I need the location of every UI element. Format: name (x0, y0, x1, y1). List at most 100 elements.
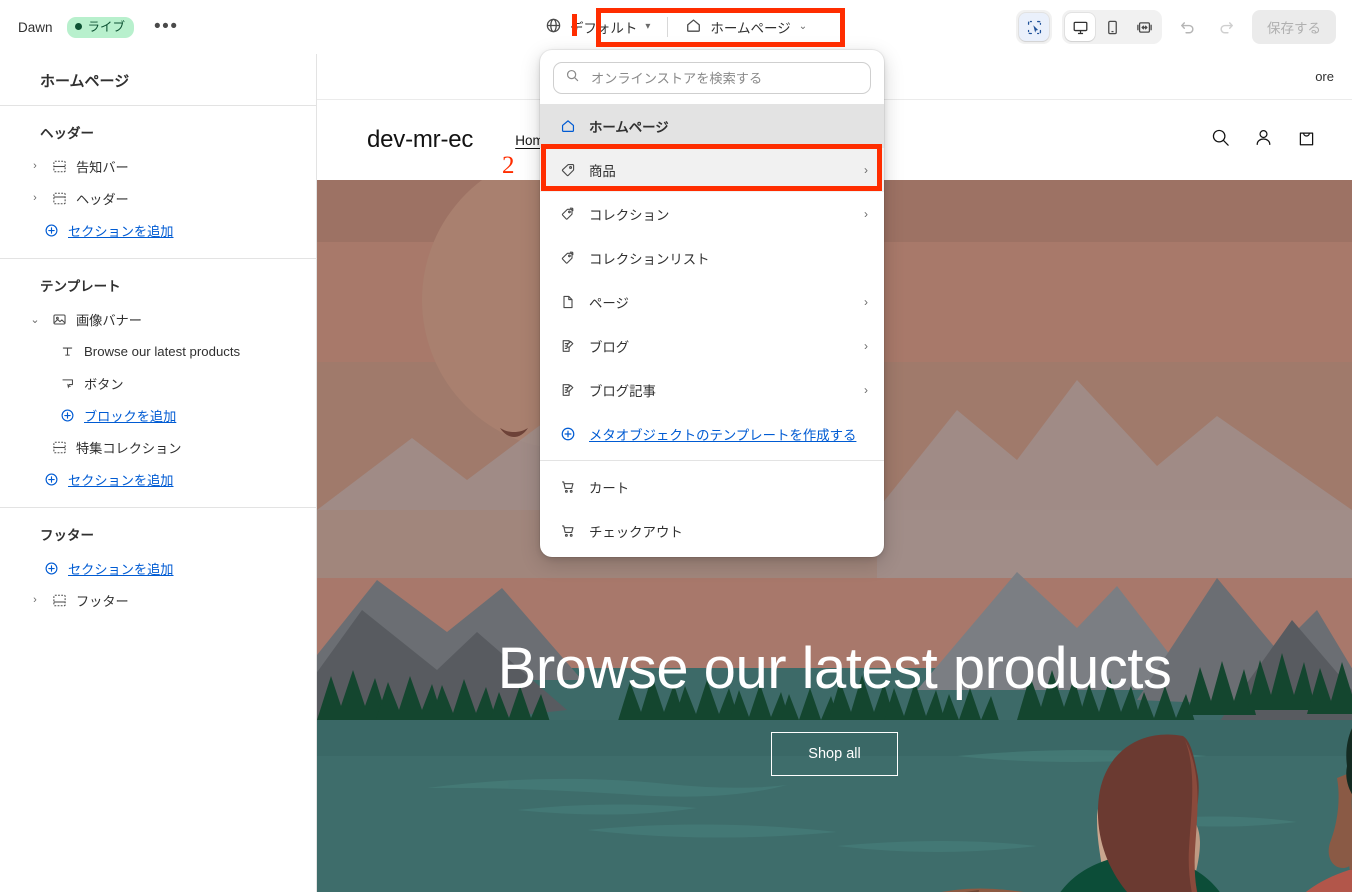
dropdown-item-label: コレクション (589, 208, 670, 223)
plus-circle-icon (60, 408, 75, 423)
announcement-text: ore (1315, 69, 1334, 84)
tag-icon (559, 161, 577, 179)
sidebar-item-button-block[interactable]: ボタン (6, 367, 308, 399)
redo-button[interactable] (1212, 12, 1242, 42)
sidebar-group-heading: フッター (40, 528, 94, 543)
search-icon[interactable] (1210, 127, 1231, 153)
sidebar-item-label: 特集コレクション (76, 440, 182, 456)
top-bar: Dawn ライブ ••• デフォルト ▾ ホームページ ⌄ 保存する (0, 0, 1352, 54)
cart-icon[interactable] (1296, 127, 1317, 153)
dropdown-divider (540, 460, 884, 461)
sidebar-item-announcement-bar[interactable]: › 告知バー (6, 150, 308, 182)
dropdown-item-checkout[interactable]: チェックアウト (540, 509, 884, 553)
inspector-icon[interactable] (1019, 13, 1049, 41)
dropdown-search-wrapper (540, 50, 884, 104)
plus-circle-icon (44, 472, 59, 487)
dropdown-item-collection[interactable]: コレクション › (540, 192, 884, 236)
chevron-right-icon: › (864, 295, 868, 309)
image-banner-icon (50, 310, 68, 328)
locale-selector[interactable]: デフォルト ▾ (536, 11, 660, 43)
inspector-toggle[interactable] (1016, 10, 1052, 44)
sidebar-group-template: テンプレート ⌄ 画像バナー Browse our latest product… (0, 259, 316, 508)
plus-circle-icon (559, 425, 577, 443)
add-section-button-footer[interactable]: セクションを追加 (6, 552, 308, 584)
add-block-button[interactable]: ブロックを追加 (6, 399, 308, 431)
more-options-button[interactable]: ••• (148, 17, 184, 36)
sidebar-item-label: ヘッダー (76, 191, 129, 207)
chevron-right-icon[interactable]: › (28, 594, 42, 606)
add-block-label: ブロックを追加 (84, 408, 177, 424)
sidebar-item-featured-collection[interactable]: › 特集コレクション (6, 431, 308, 463)
dropdown-item-label: コレクションリスト (589, 252, 710, 267)
sidebar-item-heading-block[interactable]: Browse our latest products (6, 335, 308, 367)
add-section-label: セクションを追加 (68, 472, 174, 488)
sidebar-item-image-banner[interactable]: ⌄ 画像バナー (6, 303, 308, 335)
chevron-right-icon: › (864, 383, 868, 397)
fullwidth-icon[interactable] (1129, 13, 1159, 41)
sidebar-group-footer: フッター セクションを追加 › フッター (0, 508, 316, 628)
status-badge-label: ライブ (87, 19, 126, 34)
dropdown-item-blog[interactable]: ブログ › (540, 324, 884, 368)
desktop-icon[interactable] (1065, 13, 1095, 41)
dropdown-item-homepage[interactable]: ホームページ (540, 104, 884, 148)
store-logo[interactable]: dev-mr-ec (367, 126, 473, 154)
sidebar-item-label: Browse our latest products (84, 343, 241, 359)
cart-icon (559, 522, 577, 540)
dropdown-item-label: ブログ記事 (589, 384, 656, 399)
page-icon (559, 293, 577, 311)
theme-name: Dawn (18, 19, 53, 35)
dropdown-item-label: カート (589, 481, 630, 496)
add-section-button-header[interactable]: セクションを追加 (6, 214, 308, 246)
dropdown-item-blog-post[interactable]: ブログ記事 › (540, 368, 884, 412)
page-selector[interactable]: ホームページ ⌄ (676, 11, 816, 43)
undo-button[interactable] (1172, 12, 1202, 42)
mobile-icon[interactable] (1097, 13, 1127, 41)
sidebar-title: ホームページ (0, 54, 316, 106)
search-input[interactable] (589, 69, 859, 87)
sidebar-item-label: ボタン (84, 376, 124, 392)
footer-icon (50, 591, 68, 609)
chevron-right-icon: › (864, 163, 868, 177)
store-header-icons (1210, 127, 1317, 153)
chevron-down-icon: ⌄ (798, 21, 808, 32)
sidebar-group-heading: テンプレート (40, 279, 121, 294)
chevron-right-icon[interactable]: › (28, 160, 42, 172)
home-icon (559, 117, 577, 135)
dropdown-item-products[interactable]: 商品 › (540, 148, 884, 192)
dropdown-item-label: 商品 (589, 164, 616, 179)
chevron-right-icon: › (864, 207, 868, 221)
search-icon (565, 68, 580, 88)
header-icon (50, 189, 68, 207)
create-metaobject-template-link[interactable]: メタオブジェクトのテンプレートを作成する (540, 412, 884, 456)
save-button[interactable]: 保存する (1252, 10, 1336, 44)
sidebar-item-label: 画像バナー (76, 312, 142, 328)
dropdown-list: ホームページ 商品 › コレクション › コレクションリスト ページ › ブログ… (540, 104, 884, 553)
status-badge: ライブ (66, 16, 135, 38)
dropdown-item-collection-list[interactable]: コレクションリスト (540, 236, 884, 280)
announcement-bar-icon (50, 157, 68, 175)
theme-editor-app: Dawn ライブ ••• デフォルト ▾ ホームページ ⌄ 保存する ホームペー… (0, 0, 1352, 892)
sidebar: ホームページ ヘッダー › 告知バー › ヘッダー セクションを追加 テンプレー… (0, 54, 317, 892)
locale-label: デフォルト (569, 21, 638, 36)
search-field[interactable] (553, 62, 871, 94)
account-icon[interactable] (1253, 127, 1274, 153)
cart-icon (559, 478, 577, 496)
chevron-right-icon: › (864, 339, 868, 353)
button-icon (58, 374, 76, 392)
page-selector-dropdown: ホームページ 商品 › (540, 50, 884, 557)
home-icon (685, 17, 702, 37)
chevron-down-icon[interactable]: ⌄ (28, 313, 42, 326)
sidebar-item-footer[interactable]: › フッター (6, 584, 308, 616)
blog-icon (559, 381, 577, 399)
top-bar-right: 保存する (1016, 0, 1336, 54)
dropdown-item-label: メタオブジェクトのテンプレートを作成する (589, 428, 857, 443)
dropdown-item-cart[interactable]: カート (540, 465, 884, 509)
chevron-down-icon: ▾ (645, 21, 651, 32)
sidebar-item-header[interactable]: › ヘッダー (6, 182, 308, 214)
collection-icon (559, 249, 577, 267)
chevron-right-icon[interactable]: › (28, 192, 42, 204)
add-section-button-template[interactable]: セクションを追加 (6, 463, 308, 495)
sidebar-item-label: 告知バー (76, 159, 129, 175)
dropdown-item-page[interactable]: ページ › (540, 280, 884, 324)
hero-shop-all-button[interactable]: Shop all (771, 732, 898, 776)
